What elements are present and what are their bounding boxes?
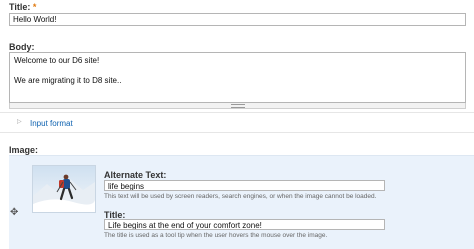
divider-top xyxy=(0,112,474,113)
alt-text-description: This text will be used by screen readers… xyxy=(104,193,377,200)
title-input[interactable]: Hello World! xyxy=(9,13,466,26)
body-field-label: Body: xyxy=(9,42,35,52)
body-line: We are migrating it to D8 site.. xyxy=(14,76,122,85)
collapse-toggle-icon[interactable]: ▷ xyxy=(17,118,22,125)
hiker-image xyxy=(33,166,95,212)
title-label-text: Title: xyxy=(9,2,31,12)
image-field-label: Image: xyxy=(9,145,39,155)
grip-mark xyxy=(230,104,245,108)
input-format-link[interactable]: Input format xyxy=(30,119,73,128)
title-field-label: Title: * xyxy=(9,2,36,12)
divider-bottom xyxy=(0,132,474,133)
body-line: Welcome to our D6 site! xyxy=(14,56,100,65)
alt-text-input[interactable]: life begins xyxy=(104,180,385,191)
textarea-resize-grip[interactable] xyxy=(9,103,466,109)
image-title-input[interactable]: Life begins at the end of your comfort z… xyxy=(104,219,385,230)
drag-handle-icon[interactable]: ✥ xyxy=(10,207,18,218)
required-marker: * xyxy=(32,2,37,12)
body-line xyxy=(14,66,461,76)
body-textarea[interactable]: Welcome to our D6 site! We are migrating… xyxy=(9,52,466,103)
image-thumbnail xyxy=(32,165,96,213)
image-title-description: The title is used as a tool tip when the… xyxy=(104,232,328,239)
alt-text-label: Alternate Text: xyxy=(104,170,167,180)
